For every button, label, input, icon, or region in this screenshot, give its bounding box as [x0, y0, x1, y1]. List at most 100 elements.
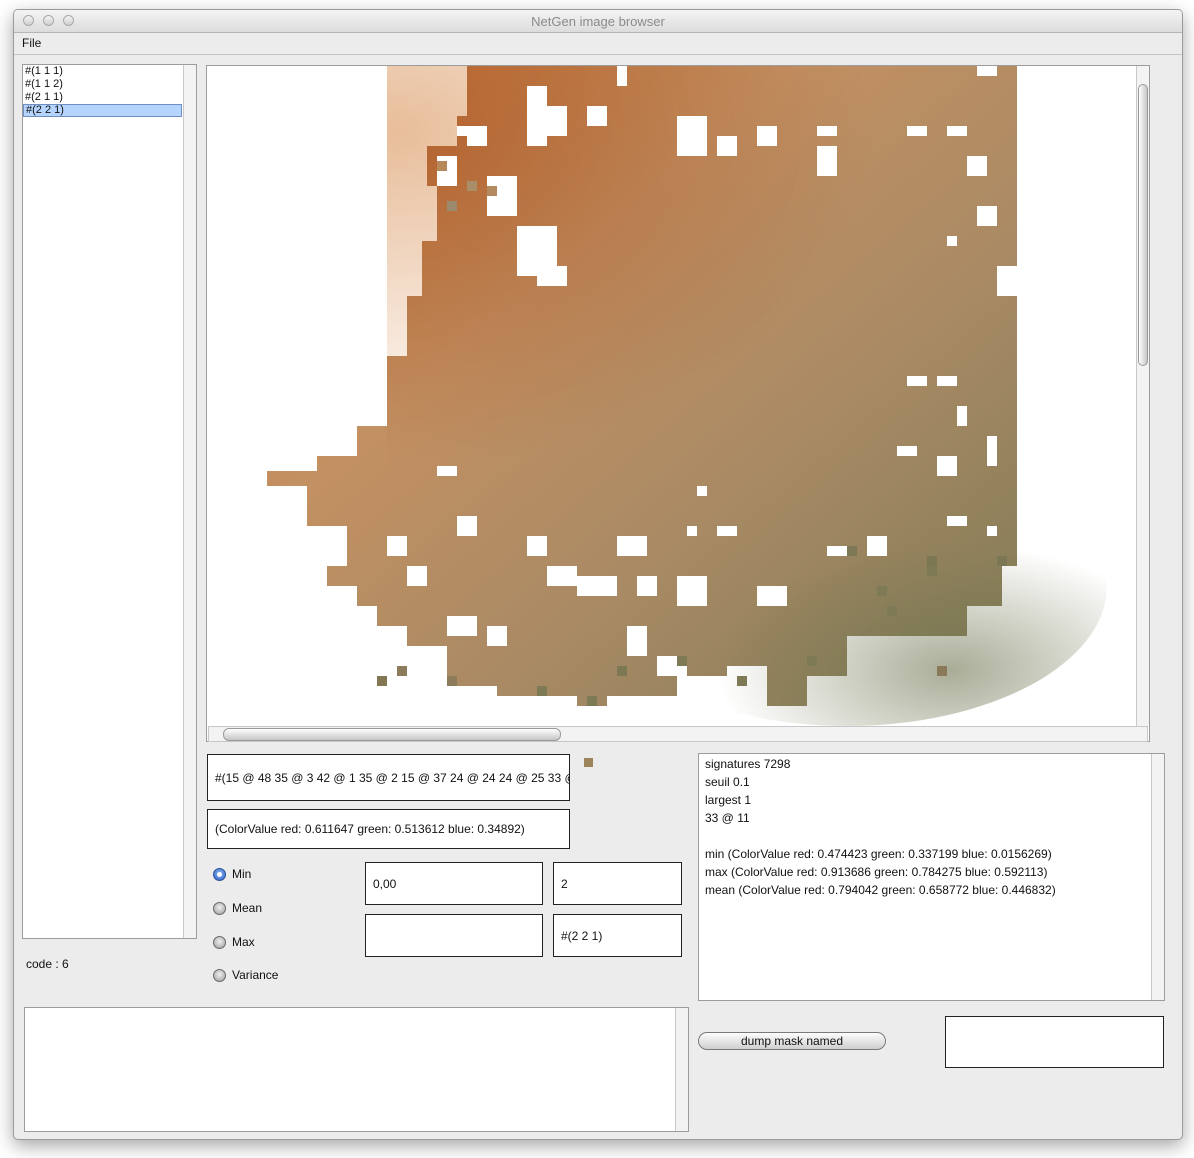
mask-hole — [937, 376, 957, 386]
mask-hole — [907, 376, 927, 386]
mask-list[interactable]: #(1 1 1) #(1 1 2) #(2 1 1) #(2 2 1) — [22, 64, 197, 939]
info-line: largest 1 — [705, 793, 752, 807]
mask-hole — [897, 446, 917, 456]
info-line: signatures 7298 — [705, 757, 791, 771]
radio-min-label: Min — [232, 867, 252, 881]
mask-hole — [627, 626, 647, 656]
mask-list-item[interactable]: #(2 1 1) — [23, 91, 196, 104]
mask-speck — [377, 676, 387, 686]
mask-list-item[interactable]: #(1 1 1) — [23, 65, 196, 78]
mask-speck — [397, 666, 407, 676]
signature-field[interactable]: #(15 @ 48 35 @ 3 42 @ 1 35 @ 2 15 @ 37 2… — [207, 754, 570, 801]
radio-mean-indicator[interactable] — [213, 901, 226, 915]
mask-hole — [577, 576, 617, 596]
window-title: NetGen image browser — [531, 14, 665, 29]
mask-list-items: #(1 1 1) #(1 1 2) #(2 1 1) #(2 2 1) — [23, 65, 196, 117]
mask-hole — [907, 126, 917, 136]
mask-hole — [487, 626, 507, 646]
image-viewer[interactable] — [206, 65, 1150, 742]
mask-speck — [887, 606, 897, 616]
mask-hole — [457, 126, 487, 136]
mask-hole — [457, 516, 477, 536]
mask-hole — [987, 436, 997, 466]
radio-min-indicator[interactable] — [213, 867, 226, 881]
radio-max-indicator[interactable] — [213, 935, 226, 949]
mask-hole — [677, 576, 707, 606]
mask-speck — [617, 666, 627, 676]
mask-hole — [717, 136, 737, 156]
info-textarea[interactable]: signatures 7298 seuil 0.1 largest 1 33 @ 11… — [698, 753, 1165, 1001]
horizontal-scroll-thumb[interactable] — [223, 728, 561, 741]
radio-variance-indicator[interactable] — [213, 968, 226, 982]
level-field[interactable]: 2 — [553, 862, 682, 905]
mask-hole — [937, 456, 957, 476]
mask-hole — [677, 116, 707, 156]
mask-speck — [487, 186, 497, 196]
mask-speck — [997, 556, 1007, 566]
radio-variance-label: Variance — [232, 968, 279, 982]
mask-speck — [537, 686, 547, 696]
mask-list-scrollbar[interactable] — [183, 65, 196, 938]
info-lines: signatures 7298 seuil 0.1 largest 1 33 @ 11… — [705, 755, 1056, 899]
color-swatch — [584, 758, 593, 767]
mask-list-item[interactable]: #(1 1 2) — [23, 78, 196, 91]
mask-hole — [637, 576, 657, 596]
mask-speck — [927, 556, 937, 566]
mask-id-field[interactable]: #(2 2 1) — [553, 914, 682, 957]
mask-hole — [957, 406, 967, 426]
mask-hole — [717, 526, 737, 536]
menu-bar: File — [14, 33, 1182, 55]
mask-hole — [437, 466, 457, 476]
title-bar: NetGen image browser — [14, 10, 1182, 33]
mask-hole — [467, 136, 487, 146]
mask-speck — [807, 656, 817, 666]
mask-hole — [527, 536, 547, 556]
mask-hole — [977, 66, 997, 76]
mask-hole — [547, 106, 567, 136]
mask-hole — [387, 536, 407, 556]
menu-file[interactable]: File — [22, 36, 41, 50]
output-textarea[interactable] — [24, 1007, 689, 1132]
radio-mean-label: Mean — [232, 901, 263, 915]
mask-hole — [817, 146, 837, 176]
radio-max[interactable]: Max — [213, 934, 255, 950]
radio-min[interactable]: Min — [213, 866, 251, 882]
mask-hole — [697, 486, 707, 496]
info-line: seuil 0.1 — [705, 775, 750, 789]
info-line: max (ColorValue red: 0.913686 green: 0.7… — [705, 865, 1048, 879]
mask-speck — [877, 586, 887, 596]
mask-hole — [407, 566, 427, 586]
radio-variance[interactable]: Variance — [213, 967, 278, 983]
mask-speck — [847, 546, 857, 556]
mask-hole — [757, 586, 787, 606]
vertical-scroll-thumb[interactable] — [1138, 84, 1148, 366]
output-scrollbar[interactable] — [675, 1008, 688, 1131]
radio-max-label: Max — [232, 935, 255, 949]
mask-hole — [617, 536, 647, 556]
info-line — [705, 827, 1056, 845]
mask-speck — [937, 666, 947, 676]
mask-hole — [987, 526, 997, 536]
threshold-field[interactable]: 0,00 — [365, 862, 543, 905]
mask-speck — [447, 676, 457, 686]
mask-hole — [527, 86, 547, 146]
mask-list-item[interactable]: #(2 2 1) — [23, 104, 182, 117]
mask-speck — [737, 676, 747, 686]
satellite-image — [267, 66, 1107, 726]
mask-hole — [947, 516, 967, 526]
image-horizontal-scrollbar[interactable] — [208, 726, 1148, 742]
dump-name-field[interactable] — [945, 1016, 1164, 1068]
dump-mask-button[interactable]: dump mask named — [698, 1032, 886, 1050]
code-label: code : 6 — [26, 957, 69, 971]
empty-field[interactable] — [365, 914, 543, 957]
info-line: min (ColorValue red: 0.474423 green: 0.3… — [705, 847, 1052, 861]
mask-hole — [587, 106, 607, 126]
color-value-field[interactable]: (ColorValue red: 0.611647 green: 0.51361… — [207, 809, 570, 849]
radio-mean[interactable]: Mean — [213, 900, 262, 916]
info-line: 33 @ 11 — [705, 811, 750, 825]
mask-speck — [587, 696, 597, 706]
mask-speck — [437, 161, 447, 171]
mask-hole — [537, 266, 567, 286]
info-scrollbar[interactable] — [1151, 754, 1164, 1000]
image-vertical-scrollbar[interactable] — [1136, 66, 1149, 726]
